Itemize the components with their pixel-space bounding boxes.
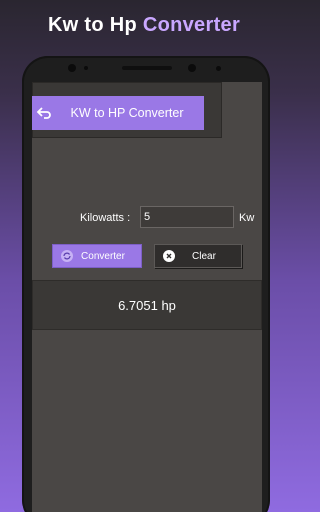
- light-sensor-icon: [216, 66, 221, 71]
- kilowatts-label: Kilowatts :: [80, 212, 131, 224]
- promo-title-accent: Converter: [142, 14, 241, 36]
- app-bar: KW to HP Converter: [32, 96, 204, 130]
- back-arrow-icon[interactable]: [32, 96, 56, 130]
- convert-button-label: Converter: [81, 250, 125, 262]
- earpiece-speaker: [122, 66, 172, 70]
- result-value: 6.7051 hp: [118, 297, 176, 313]
- close-circle-icon: [163, 250, 175, 262]
- sensor-icon: [84, 66, 88, 70]
- convert-button[interactable]: Converter: [52, 244, 142, 268]
- promo-title: Kw to Hp Converter: [0, 14, 288, 37]
- app-title: KW to HP Converter: [70, 106, 184, 120]
- promo-title-main: Kw to Hp: [47, 14, 137, 36]
- clear-button-label: Clear: [192, 250, 216, 262]
- clear-button[interactable]: Clear: [154, 244, 242, 268]
- phone-frame: KW to HP Converter Kilowatts : Kw Conver…: [22, 56, 270, 512]
- kilowatts-row: Kilowatts : Kw: [32, 206, 262, 230]
- app-screen: KW to HP Converter Kilowatts : Kw Conver…: [32, 82, 262, 512]
- refresh-icon: [61, 250, 73, 262]
- kilowatts-unit: Kw: [239, 212, 255, 224]
- proximity-sensor-icon: [188, 64, 196, 72]
- result-panel: 6.7051 hp: [32, 280, 262, 330]
- front-camera-icon: [68, 64, 76, 72]
- phone-top-bezel: [22, 56, 270, 82]
- kilowatts-input[interactable]: [140, 206, 234, 228]
